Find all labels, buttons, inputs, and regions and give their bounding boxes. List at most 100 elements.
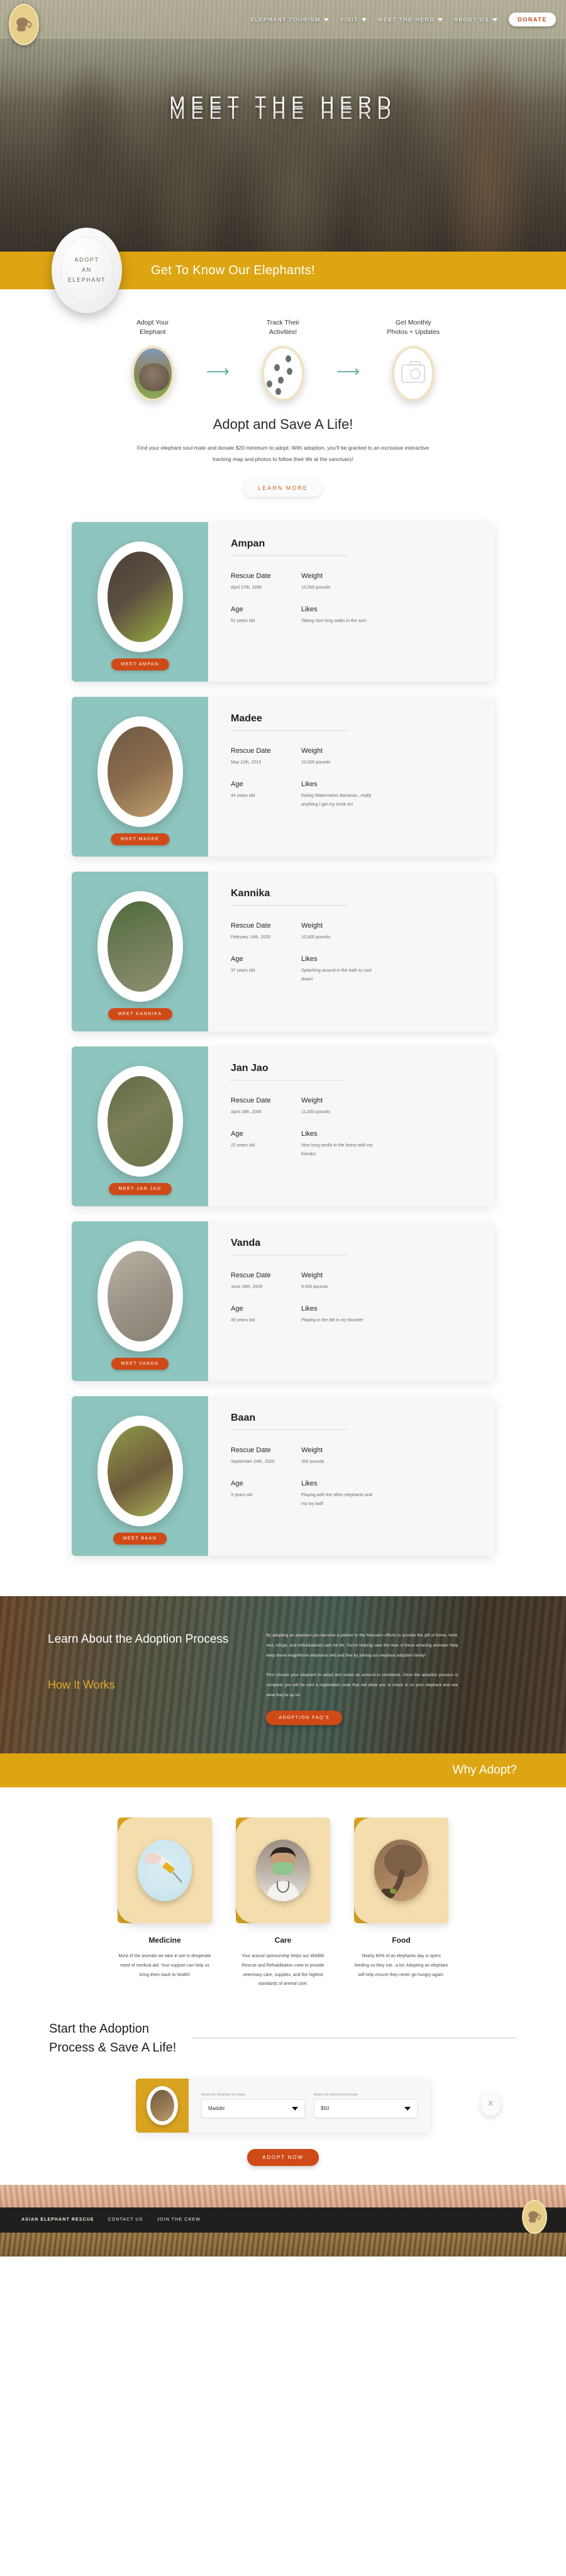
nav-label: MEET THE HERD	[378, 16, 435, 23]
how-it-works-link[interactable]: How It Works	[48, 1679, 228, 1692]
elephant-portrait-ampan	[107, 552, 173, 643]
value-weight: 350 pounds	[301, 1460, 325, 1465]
amount-select-value: $50	[321, 2106, 330, 2112]
nav-item-meet-the-herd[interactable]: MEET THE HERD	[378, 16, 443, 23]
benefit-text: Your animal sponsorship helps our Wildli…	[241, 1954, 325, 1987]
nav-item-visit[interactable]: VISIT	[340, 16, 367, 23]
value-likes: Nice long strolls in the forest with my …	[301, 1143, 373, 1157]
elephant-select[interactable]: Maddie	[201, 2099, 305, 2118]
syringe-photo-icon	[138, 1840, 192, 1902]
label-age: Age	[231, 955, 243, 963]
value-rescue-date: September 24th, 2020	[231, 1460, 275, 1465]
nav-label: VISIT	[340, 16, 359, 23]
meet-elephant-button[interactable]: MEET MADEE	[110, 833, 170, 846]
learn-adoption-process-section: Learn About the Adoption Process How It …	[0, 1596, 566, 1754]
elephant-details: Kannika Rescue Date February 14th, 2020 …	[208, 872, 494, 1031]
amount-select-field: Select An Amount to Donate $50	[314, 2093, 418, 2118]
chevron-down-icon	[437, 18, 443, 21]
elephant-photo-panel: MEET VANDA	[72, 1221, 208, 1382]
meet-elephant-button[interactable]: MEET JAN JAO	[108, 1183, 172, 1196]
doctor-icon	[266, 1847, 300, 1902]
hero-section: ELEPHANT TOURISM VISIT MEET THE HERD ABO…	[0, 0, 566, 252]
elephant-name: Vanda	[231, 1238, 261, 1249]
label-weight: Weight	[301, 1272, 323, 1280]
value-weight: 9,500 pounds	[301, 1285, 328, 1290]
elephant-name: Kannika	[231, 888, 270, 899]
main-navigation[interactable]: ELEPHANT TOURISM VISIT MEET THE HERD ABO…	[0, 0, 566, 39]
label-age: Age	[231, 1130, 243, 1138]
page-root: ELEPHANT TOURISM VISIT MEET THE HERD ABO…	[0, 0, 566, 2257]
chevron-down-icon	[404, 2106, 411, 2111]
amount-select-label: Select An Amount to Donate	[314, 2092, 358, 2097]
badge-line-1: ADOPT	[74, 257, 99, 264]
step-track-their-activities: Track Their Activities!	[236, 318, 330, 402]
elephant-card-list: MEET AMPAN Ampan Rescue Date April 27th,…	[0, 518, 566, 1596]
step-label: Adopt Your Elephant	[136, 319, 169, 336]
label-weight: Weight	[301, 747, 323, 755]
close-icon[interactable]: X	[480, 2090, 501, 2116]
hero-title: MEET THE HERD MEET THE HERD	[0, 93, 566, 123]
label-likes: Likes	[301, 1480, 318, 1488]
elephant-portrait-kannika	[107, 901, 173, 992]
badge-line-3: ELEPHANT	[67, 276, 106, 283]
adoption-form-fields: Select An Elephant to Adopt Maddie Selec…	[189, 2079, 430, 2133]
nav-label: ABOUT US	[453, 16, 490, 23]
value-age: 45 years old	[231, 1318, 255, 1323]
value-age: 3 years old	[231, 1493, 253, 1498]
elephant-portrait-baan	[107, 1426, 173, 1517]
adopt-an-elephant-badge[interactable]: ADOPT AN ELEPHANT	[52, 228, 122, 313]
meet-elephant-button[interactable]: MEET KANNIKA	[108, 1008, 172, 1021]
chevron-down-icon	[292, 2106, 298, 2111]
benefit-card-medicine: Medicine Most of the animals we take in …	[118, 1818, 212, 1989]
table-row: MEET VANDA Vanda Rescue Date June 16th, …	[72, 1221, 494, 1382]
adoption-form-bar: Select An Elephant to Adopt Maddie Selec…	[136, 2078, 501, 2133]
nav-item-elephant-tourism[interactable]: ELEPHANT TOURISM	[250, 16, 329, 23]
value-age: 51 years old	[231, 619, 255, 624]
label-rescue-date: Rescue Date	[231, 1097, 271, 1105]
amount-select[interactable]: $50	[314, 2099, 418, 2118]
hero-title-echo: MEET THE HERD	[169, 103, 397, 123]
nav-item-about-us[interactable]: ABOUT US	[453, 16, 498, 23]
divider	[231, 905, 348, 906]
site-logo[interactable]	[9, 4, 39, 45]
footer-link-join-the-crew[interactable]: JOIN THE CREW	[157, 2218, 201, 2222]
why-adopt-title: Why Adopt?	[452, 1763, 517, 1777]
step-label: Get Monthly Photos + Updates	[387, 319, 440, 336]
avatar	[97, 1066, 183, 1177]
adopt-now-button[interactable]: ADOPT NOW	[247, 2148, 319, 2166]
meet-elephant-button[interactable]: MEET AMPAN	[111, 658, 169, 671]
chevron-down-icon	[492, 18, 498, 21]
benefit-card-food: Food Nearly 80% of an elephants day is s…	[354, 1818, 448, 1989]
benefit-title: Care	[274, 1936, 292, 1945]
label-weight: Weight	[301, 1097, 323, 1105]
banner-title: Get To Know Our Elephants!	[151, 263, 315, 277]
elephant-details: Madee Rescue Date May 12th, 2015 Weight …	[208, 697, 494, 857]
value-age: 37 years old	[231, 969, 255, 974]
donate-button[interactable]: DONATE	[509, 13, 556, 26]
benefit-title: Medicine	[148, 1936, 181, 1945]
veterinarian-photo-icon	[256, 1840, 310, 1902]
why-adopt-banner: Why Adopt?	[0, 1753, 566, 1788]
value-rescue-date: June 16th, 2009	[231, 1285, 263, 1290]
meet-elephant-button[interactable]: MEET BAAN	[113, 1533, 167, 1545]
elephant-portrait-jan-jao	[107, 1076, 173, 1167]
benefit-title: Food	[392, 1936, 411, 1945]
learn-more-button[interactable]: LEARN MORE	[244, 479, 322, 497]
adopt-and-save-intro: Adopt and Save A Life! Find your elephan…	[0, 405, 566, 518]
value-rescue-date: April 19th, 2005	[231, 1110, 262, 1115]
footer-logo[interactable]	[522, 2199, 547, 2234]
label-weight: Weight	[301, 1446, 323, 1455]
intro-body: Find your elephant soul mate and donate …	[136, 445, 430, 463]
page-title: Start the Adoption Process & Save A Life…	[49, 2021, 177, 2055]
selected-elephant-portrait	[150, 2089, 174, 2121]
footer-link-asian-elephant-rescue[interactable]: ASIAN ELEPHANT RESCUE	[21, 2218, 94, 2222]
footer-link-contact-us[interactable]: CONTACT US	[108, 2218, 143, 2222]
meet-elephant-button[interactable]: MEET VANDA	[111, 1358, 169, 1370]
value-likes: Splashing around in the bath to cool dow…	[301, 969, 372, 982]
label-weight: Weight	[301, 572, 323, 580]
step-adopt-your-elephant: Adopt Your Elephant	[106, 318, 200, 402]
value-weight: 11,000 pounds	[301, 1110, 330, 1115]
value-rescue-date: February 14th, 2020	[231, 935, 271, 940]
adoption-faqs-button[interactable]: ADOPTION FAQ'S	[266, 1710, 343, 1725]
selected-elephant-thumb-panel	[136, 2078, 189, 2133]
